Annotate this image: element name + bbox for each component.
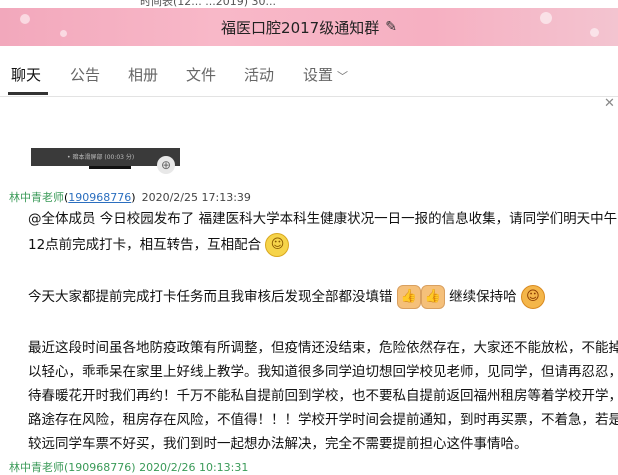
message-line: 最近这段时间虽各地防疫政策有所调整，但疫情还没结束，危险依然存在，大家还不能放松… [28,340,618,356]
zoom-icon[interactable]: ⊕ [157,156,175,174]
message-line: 路途存在风险，租房存在风险，不值得！！！学校开学时间会提前通知，到时再买票，不着… [28,412,618,428]
tab-album[interactable]: 相册 [128,64,158,85]
message-line: 以轻心，乖乖呆在家里上好线上教学。我知道很多同学迫切想回学校见老师，见同学，但请… [28,364,618,380]
petal-decoration [60,30,67,37]
close-icon[interactable]: ✕ [604,96,615,111]
group-tabs: 聊天 公告 相册 文件 活动 设置 ﹀ [0,46,618,97]
tab-activity[interactable]: 活动 [244,64,274,85]
message-line: 今天大家都提前完成打卡任务而且我审核后发现全部都没填错 👍 👍 继续保持哈 ☺ [28,285,612,309]
background-window-strip: 时间表(12... ...2019) 30... [0,0,618,8]
sender-name[interactable]: 林中青老师 [9,191,64,204]
thumbs-up-icon: 👍 [420,285,445,309]
message-line: @全体成员 今日校园发布了 福建医科大学本科生健康状况一日一报的信息收集，请同学… [28,211,618,227]
petal-decoration [540,12,552,24]
grin-emoji-icon: ☺ [520,285,545,309]
thumbnail-progress-bar [89,166,131,169]
sender-qq[interactable]: 190968776 [68,191,131,204]
message-line: 待春暖花开时我们再约！千万不能私自提前回到学校，也不要私自提前返回福州租房等着学… [28,388,618,404]
message-header: 林中青老师(190968776) 2020/2/25 17:13:39 [9,191,251,204]
message-line: 12点前完成打卡，相互转告，互相配合 ☺ [28,233,612,257]
petal-decoration [590,28,599,37]
tab-files[interactable]: 文件 [186,64,216,85]
chevron-down-icon: ﹀ [337,70,349,83]
group-title: 福医口腔2017级通知群 [221,18,380,37]
petal-decoration [20,14,30,24]
message-timestamp: 2020/2/25 17:13:39 [141,191,251,204]
tab-announcement[interactable]: 公告 [70,64,100,85]
message-line: 较远同学车票不好买，我们到时一起想办法解决，完全不需要提前担心这件事情哈。 [28,436,528,452]
smile-emoji-icon: ☺ [265,233,290,257]
next-message-header: 林中青老师(190968776) 2020/2/26 10:13:31 [9,461,249,474]
tab-settings[interactable]: 设置 ﹀ [303,64,348,85]
group-title-bar: 福医口腔2017级通知群 ✎ [0,8,618,46]
thumbs-up-icon: 👍 [396,285,421,309]
tab-chat[interactable]: 聊天 [11,64,41,85]
pencil-icon[interactable]: ✎ [385,19,397,35]
active-tab-indicator [8,92,48,95]
